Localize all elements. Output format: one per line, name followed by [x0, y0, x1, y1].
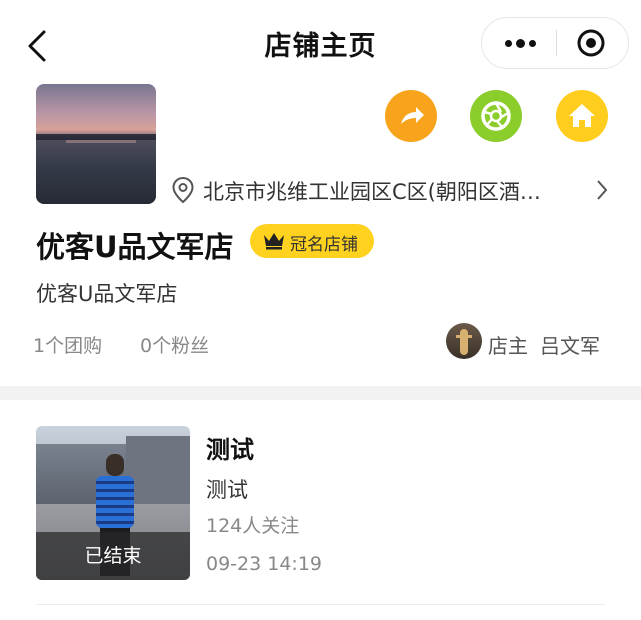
owner-role-label: 店主: [488, 334, 528, 358]
camera-shutter-button[interactable]: [470, 90, 522, 142]
store-address: 北京市兆维工业园区C区(朝阳区酒…: [203, 180, 541, 204]
store-address-row[interactable]: 北京市兆维工业园区C区(朝阳区酒…: [170, 174, 610, 206]
store-name: 优客U品文军店: [36, 230, 234, 264]
group-buy-thumbnail: 已结束: [36, 426, 190, 580]
more-dots-icon: [505, 40, 512, 47]
fans-count: 0个粉丝: [140, 335, 210, 357]
sponsored-store-badge: 冠名店铺: [250, 224, 374, 258]
group-buy-description: 测试: [206, 478, 248, 502]
store-subtitle: 优客U品文军店: [36, 282, 178, 306]
group-buy-title: 测试: [206, 436, 254, 464]
section-separator: [0, 386, 641, 400]
owner-name: 吕文军: [540, 334, 600, 358]
badge-label: 冠名店铺: [290, 235, 358, 255]
group-buy-time: 09-23 14:19: [206, 553, 323, 575]
share-button[interactable]: [385, 90, 437, 142]
item-divider: [36, 604, 605, 605]
more-button[interactable]: [482, 18, 556, 68]
crown-icon: [264, 233, 284, 250]
home-icon: [569, 104, 595, 127]
owner-avatar[interactable]: [446, 323, 482, 359]
home-button[interactable]: [556, 90, 608, 142]
close-mini-program-button[interactable]: [557, 18, 629, 68]
chevron-right-icon: [597, 180, 608, 200]
nav-bar: 店铺主页: [0, 0, 641, 78]
store-cover-image: [36, 84, 156, 204]
group-buy-item[interactable]: 已结束 测试 测试 124人关注 09-23 14:19: [0, 400, 641, 610]
camera-shutter-icon: [481, 101, 511, 131]
group-buy-followers: 124人关注: [206, 515, 300, 537]
location-pin-icon: [172, 176, 194, 204]
share-arrow-icon: [401, 107, 424, 124]
group-buy-count: 1个团购: [33, 335, 103, 357]
ended-status-overlay: 已结束: [36, 532, 190, 580]
target-circle-icon: [577, 29, 605, 57]
mini-program-capsule: [481, 17, 629, 69]
